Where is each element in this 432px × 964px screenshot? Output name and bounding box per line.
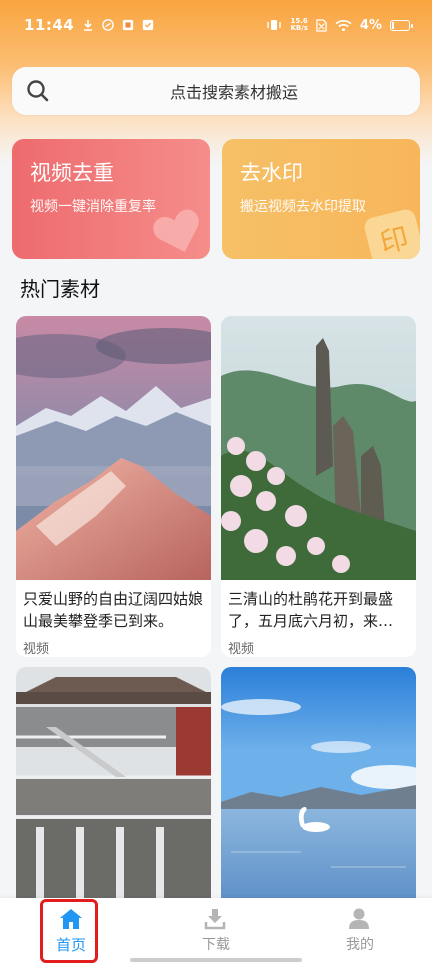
material-card[interactable]: 三清山的杜鹃花开到最盛了，五月底六月初，来… 视频 [221,316,416,657]
download-icon [204,909,226,930]
battery-percent: 4% [359,17,382,33]
material-thumbnail [16,316,211,580]
material-type-tag: 视频 [23,642,50,657]
search-bar[interactable]: 点击搜索素材搬运 [12,67,420,115]
network-speed-unit: KB/s [290,24,308,32]
user-icon [349,908,369,929]
shop-notification-icon [123,19,134,31]
video-dedup-subtitle: 视频一键消除重复率 [30,199,156,215]
watermark-remove-subtitle: 搬运视频去水印提取 [240,199,366,215]
material-title: 三清山的杜鹃花开到最盛了，五月底六月初，来… [228,590,394,630]
tab-download[interactable]: 下载 [176,898,256,964]
tab-mine[interactable]: 我的 [320,898,400,964]
material-thumbnail [221,667,416,907]
search-placeholder: 点击搜索素材搬运 [169,83,298,102]
message-notification-icon [143,19,154,31]
bottom-tab-bar: 首页 下载 我的 [0,898,432,964]
watermark-remove-card[interactable]: 去水印 搬运视频去水印提取 印 [222,139,420,259]
sim-off-icon [316,18,327,32]
search-icon [27,80,49,102]
download-status-icon [84,20,93,31]
tab-mine-label: 我的 [346,937,374,953]
material-title: 只爱山野的自由辽阔四姑娘山最美攀登季已到来。 [23,590,204,630]
material-thumbnail [221,316,416,580]
wifi-icon [335,19,352,31]
hot-materials-title: 热门素材 [20,277,100,301]
tab-home[interactable]: 首页 [31,898,111,964]
vibrate-icon [267,20,282,30]
heart-decoration-icon [153,209,199,252]
app-notification-icon [102,19,115,31]
gesture-bar[interactable] [130,958,302,962]
home-icon [60,909,82,929]
status-bar: 11:44 15.6 KB/s 4% [0,0,432,50]
video-dedup-title: 视频去重 [30,161,114,185]
material-card[interactable] [221,667,416,907]
material-type-tag: 视频 [228,642,255,657]
material-card[interactable] [16,667,211,907]
watermark-remove-title: 去水印 [240,161,303,185]
network-speed: 15.6 KB/s [290,18,307,32]
battery-icon [390,19,413,31]
status-time: 11:44 [24,16,75,34]
material-card[interactable]: 只爱山野的自由辽阔四姑娘山最美攀登季已到来。 视频 [16,316,211,657]
video-dedup-card[interactable]: 视频去重 视频一键消除重复率 [12,139,210,259]
stamp-decoration-icon: 印 [362,207,420,259]
tab-download-label: 下载 [202,937,230,953]
tab-home-label: 首页 [55,936,86,954]
stamp-decoration-text: 印 [376,221,412,259]
material-thumbnail [16,667,211,907]
